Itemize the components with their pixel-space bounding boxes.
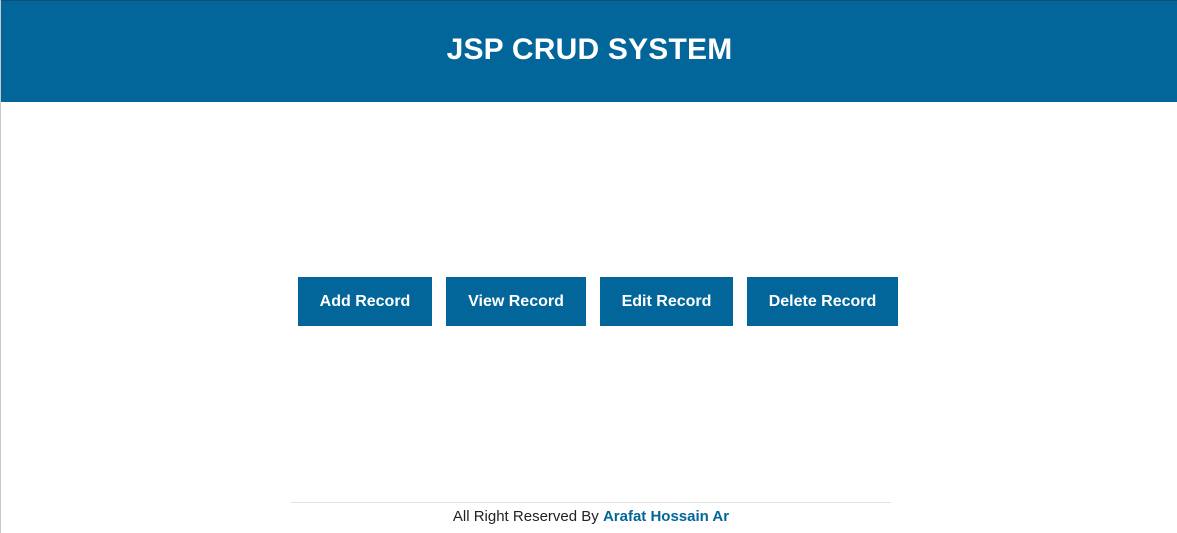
- site-header: JSP CRUD SYSTEM: [1, 0, 1177, 102]
- page-title: JSP CRUD SYSTEM: [446, 32, 733, 66]
- add-record-button[interactable]: Add Record: [298, 277, 432, 326]
- action-buttons: Add Record View Record Edit Record Delet…: [1, 277, 1177, 326]
- page: JSP CRUD SYSTEM Add Record View Record E…: [0, 0, 1177, 533]
- author-link[interactable]: Arafat Hossain Ar: [603, 508, 729, 525]
- footer-text: All Right Reserved By: [452, 508, 599, 525]
- view-record-button[interactable]: View Record: [446, 277, 586, 326]
- edit-record-button[interactable]: Edit Record: [600, 277, 733, 326]
- footer: All Right Reserved By Arafat Hossain Ar: [291, 508, 891, 525]
- delete-record-button[interactable]: Delete Record: [747, 277, 898, 326]
- footer-divider: [291, 502, 891, 503]
